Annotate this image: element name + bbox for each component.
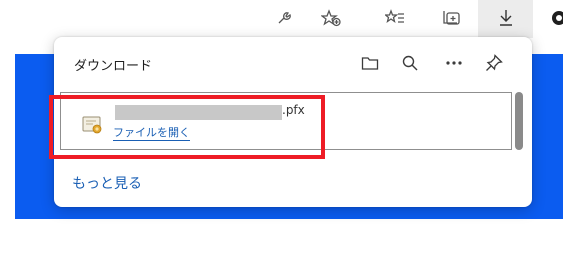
scrollbar-thumb[interactable] bbox=[515, 92, 523, 150]
download-arrow-icon bbox=[493, 6, 519, 30]
profile-icon[interactable] bbox=[549, 6, 563, 30]
browser-toolbar bbox=[0, 0, 563, 38]
pin-icon[interactable] bbox=[482, 51, 506, 75]
folder-icon[interactable] bbox=[358, 51, 382, 75]
see-more-link[interactable]: もっと見る bbox=[72, 173, 142, 193]
favorites-icon[interactable] bbox=[382, 6, 408, 30]
panel-title: ダウンロード bbox=[74, 59, 153, 74]
favorites-add-icon[interactable] bbox=[318, 6, 344, 30]
search-icon[interactable] bbox=[398, 51, 422, 75]
more-options-icon[interactable] bbox=[442, 51, 466, 75]
extensions-icon[interactable] bbox=[272, 6, 296, 30]
collections-icon[interactable] bbox=[438, 6, 464, 30]
red-highlight-box bbox=[49, 95, 325, 159]
downloads-button[interactable] bbox=[478, 0, 533, 38]
